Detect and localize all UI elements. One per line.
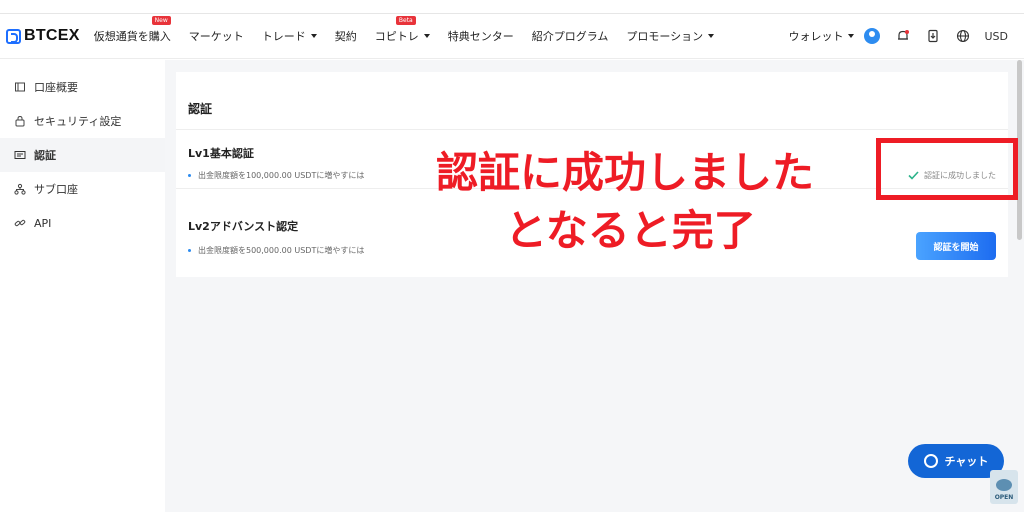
- sidebar-item-label: サブ口座: [34, 183, 78, 196]
- sidebar-item-security[interactable]: セキュリティ設定: [0, 104, 165, 138]
- lv2-description: 出金限度額を500,000.00 USDTに増やすには: [188, 245, 364, 256]
- nav-label: 仮想通貨を購入: [93, 30, 171, 43]
- page-title: 認証: [188, 102, 213, 116]
- sidebar-item-sub-account[interactable]: サブ口座: [0, 172, 165, 206]
- sidebar-item-label: API: [34, 216, 52, 230]
- top-navigation-bar: BTCEX 仮想通貨を購入 New マーケット トレード 契約 コピトレ Bet…: [0, 13, 1024, 59]
- nav-label: マーケット: [188, 30, 244, 43]
- nav-item-trade[interactable]: トレード: [262, 28, 317, 44]
- nav-label: プロモーション: [626, 30, 704, 43]
- lock-icon: [14, 115, 26, 127]
- caret-down-icon: [708, 34, 715, 38]
- nav-item-buy-crypto[interactable]: 仮想通貨を購入 New: [93, 16, 171, 44]
- nav-item-referral[interactable]: 紹介プログラム: [532, 28, 609, 44]
- sidebar-item-label: セキュリティ設定: [34, 115, 122, 128]
- wallet-menu[interactable]: ウォレット: [788, 28, 855, 44]
- main-content: 認証 Lv1基本認証 出金限度額を100,000.00 USDTに増やすには 認…: [165, 60, 1024, 512]
- open-widget[interactable]: OPEN: [990, 470, 1018, 504]
- annotation-highlight-box: [876, 138, 1018, 200]
- nav-label: コピトレ: [374, 30, 419, 43]
- nav-item-copy-trade[interactable]: コピトレ Beta: [374, 16, 430, 44]
- account-icon: [14, 81, 26, 93]
- download-app-icon[interactable]: [924, 27, 942, 45]
- sidebar: 口座概要 セキュリティ設定 認証 サブ口座 API: [0, 60, 165, 512]
- lv2-title: Lv2アドバンスト認定: [188, 220, 299, 233]
- logo-mark-icon: [6, 28, 21, 44]
- user-nav: ウォレット USD: [788, 14, 1008, 58]
- link-icon: [14, 217, 26, 229]
- divider: [176, 129, 1008, 130]
- nav-item-rewards-center[interactable]: 特典センター: [448, 28, 514, 44]
- caret-down-icon: [310, 34, 317, 38]
- page: BTCEX 仮想通貨を購入 New マーケット トレード 契約 コピトレ Bet…: [0, 0, 1024, 512]
- annotation-line-2: となると完了: [505, 206, 756, 255]
- nav-item-promotion[interactable]: プロモーション: [626, 28, 715, 44]
- new-badge: New: [151, 16, 171, 25]
- caret-down-icon: [848, 34, 855, 38]
- annotation-line-1: 認証に成功しました: [436, 148, 815, 197]
- open-label: OPEN: [994, 494, 1014, 501]
- lv1-title: Lv1基本認証: [188, 147, 254, 160]
- bullet-icon: [188, 249, 191, 252]
- sidebar-item-api[interactable]: API: [0, 206, 165, 240]
- btcex-logo[interactable]: BTCEX: [6, 27, 80, 45]
- nav-label: トレード: [261, 30, 306, 43]
- wallet-label: ウォレット: [788, 30, 844, 43]
- chat-label: チャット: [944, 455, 989, 468]
- lv2-desc-text: 出金限度額を500,000.00 USDTに増やすには: [198, 246, 365, 255]
- lv1-description: 出金限度額を100,000.00 USDTに増やすには: [188, 170, 364, 181]
- nav-item-contract[interactable]: 契約: [335, 28, 357, 44]
- globe-icon[interactable]: [954, 27, 972, 45]
- bullet-icon: [188, 174, 191, 177]
- mascot-icon: [996, 479, 1012, 491]
- main-nav: 仮想通貨を購入 New マーケット トレード 契約 コピトレ Beta 特典セン…: [94, 14, 732, 58]
- id-card-icon: [14, 149, 26, 161]
- nav-item-market[interactable]: マーケット: [189, 28, 244, 44]
- beta-badge: Beta: [395, 16, 416, 25]
- sidebar-item-verification[interactable]: 認証: [0, 138, 165, 172]
- sidebar-item-account-overview[interactable]: 口座概要: [0, 70, 165, 104]
- currency-selector[interactable]: USD: [984, 30, 1008, 43]
- sidebar-item-label: 認証: [34, 149, 56, 162]
- logo-text: BTCEX: [24, 27, 80, 44]
- nav-label: 契約: [334, 30, 357, 43]
- sub-account-icon: [14, 183, 26, 195]
- avatar[interactable]: [864, 28, 881, 44]
- notification-bell-icon[interactable]: [894, 27, 912, 45]
- start-verification-button[interactable]: 認証を開始: [916, 232, 996, 260]
- nav-label: 紹介プログラム: [531, 30, 609, 43]
- chat-bubble-icon: [923, 454, 938, 468]
- sidebar-item-label: 口座概要: [34, 81, 78, 94]
- nav-label: 特典センター: [447, 30, 514, 43]
- lv1-desc-text: 出金限度額を100,000.00 USDTに増やすには: [198, 171, 365, 180]
- caret-down-icon: [423, 34, 430, 38]
